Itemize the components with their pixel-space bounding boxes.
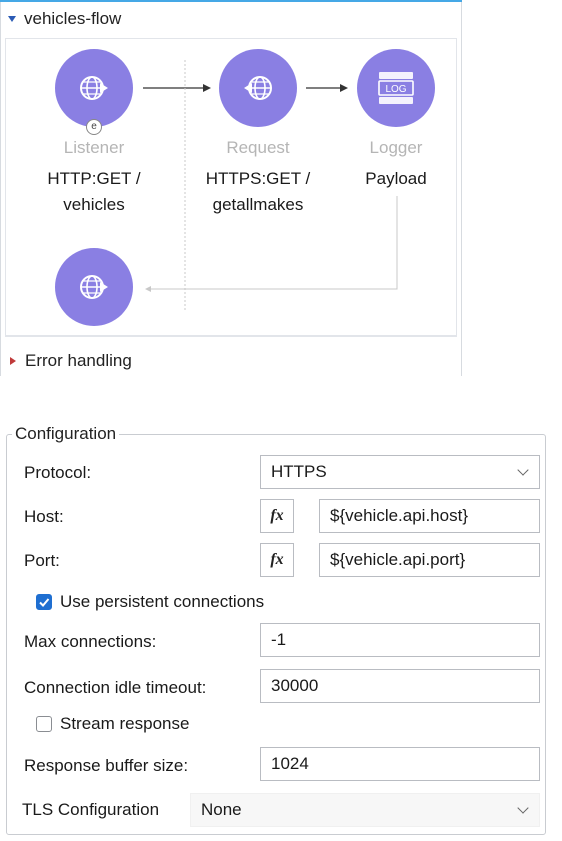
- persistent-connections-label: Use persistent connections: [60, 592, 265, 611]
- buffer-size-input[interactable]: 1024: [260, 747, 540, 781]
- stream-response-option[interactable]: Stream response: [36, 714, 189, 734]
- port-input[interactable]: ${vehicle.api.port}: [319, 543, 540, 577]
- logger-type-label: Logger: [369, 138, 423, 157]
- persistent-connections-option[interactable]: Use persistent connections: [36, 592, 264, 612]
- checkmark-icon: [39, 598, 50, 607]
- tls-config-value: None: [201, 800, 242, 819]
- globe-icon: [80, 76, 108, 100]
- port-label: Port:: [24, 551, 60, 570]
- listener-source-badge: e: [86, 119, 102, 135]
- stream-response-checkbox[interactable]: [36, 716, 52, 732]
- arrow-head-icon: [203, 84, 211, 92]
- request-config-line1: HTTPS:GET /: [205, 169, 311, 188]
- error-divider: [5, 336, 457, 337]
- protocol-value: HTTPS: [271, 462, 327, 481]
- logger-node[interactable]: LOG: [357, 49, 435, 127]
- host-expression-button[interactable]: fx: [260, 499, 294, 533]
- listener-type-label: Listener: [63, 138, 125, 157]
- idle-timeout-input[interactable]: 30000: [260, 669, 540, 703]
- request-config-line2: getallmakes: [212, 195, 304, 214]
- port-expression-button[interactable]: fx: [260, 543, 294, 577]
- configuration-title: Configuration: [12, 424, 120, 444]
- max-connections-label: Max connections:: [24, 632, 157, 651]
- log-icon-text: LOG: [385, 84, 406, 95]
- logger-config-line1: Payload: [365, 169, 427, 188]
- protocol-select[interactable]: HTTPS: [260, 455, 540, 489]
- request-type-label: Request: [226, 138, 290, 157]
- chevron-down-icon: [517, 802, 529, 814]
- stream-response-label: Stream response: [60, 714, 190, 733]
- host-label: Host:: [24, 507, 64, 526]
- listener-node[interactable]: [55, 49, 133, 127]
- buffer-size-label: Response buffer size:: [24, 756, 189, 775]
- protocol-label: Protocol:: [24, 463, 92, 482]
- error-handling-toggle[interactable]: Error handling: [10, 350, 132, 372]
- request-node[interactable]: [219, 49, 297, 127]
- max-connections-input[interactable]: -1: [260, 623, 540, 657]
- persistent-connections-checkbox[interactable]: [36, 594, 52, 610]
- chevron-down-icon: [517, 464, 529, 476]
- listener-config-line1: HTTP:GET /: [47, 169, 141, 188]
- return-arrow-icon: [145, 286, 151, 292]
- idle-timeout-label: Connection idle timeout:: [24, 678, 207, 697]
- expand-triangle-icon[interactable]: [10, 357, 16, 365]
- error-handling-label: Error handling: [25, 351, 132, 370]
- host-input[interactable]: ${vehicle.api.host}: [319, 499, 540, 533]
- tls-config-select[interactable]: None: [190, 793, 540, 827]
- globe-icon: [244, 76, 272, 100]
- arrow-head-icon: [340, 84, 348, 92]
- log-icon: LOG: [378, 72, 414, 104]
- listener-response-node[interactable]: [55, 248, 133, 326]
- tls-config-label: TLS Configuration: [22, 800, 160, 819]
- globe-icon: [80, 275, 108, 299]
- listener-config-line2: vehicles: [63, 195, 125, 214]
